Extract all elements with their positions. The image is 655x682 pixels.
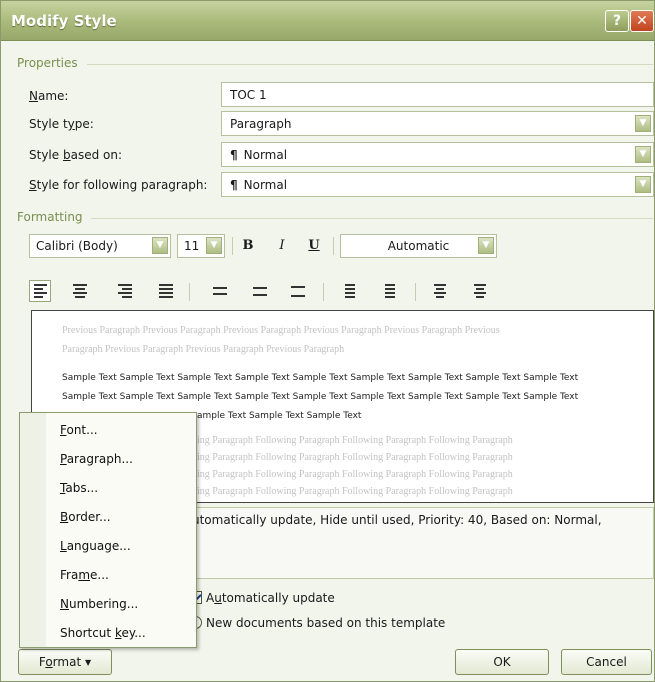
properties-section-label: Properties [17,56,78,70]
preview-previous-line: Previous Paragraph Previous Paragraph Pr… [62,325,500,336]
menu-item-font[interactable]: Font... [60,423,98,437]
toolbar-separator [232,237,233,255]
chevron-down-icon[interactable]: ▼ [635,115,651,132]
preview-sample-line: ample Text Sample Text Sample Text [197,411,362,421]
preview-following-line: ing Paragraph Following Paragraph Follow… [197,486,513,497]
following-label: Style for following paragraph: [29,178,208,192]
auto-update-label: Automatically update [206,591,335,605]
new-docs-label: New documents based on this template [206,616,446,630]
format-button-label: Format [38,655,82,669]
ok-button[interactable]: OK [455,649,549,675]
preview-previous-line: Paragraph Previous Paragraph Previous Pa… [62,344,345,355]
font-color-select[interactable]: Automatic ▼ [340,234,497,258]
align-left-icon[interactable] [29,280,51,302]
chevron-down-icon[interactable]: ▼ [478,237,494,254]
help-button[interactable]: ? [605,10,629,32]
align-center-icon[interactable] [69,280,91,302]
toolbar-separator [415,283,416,301]
menu-item-paragraph[interactable]: Paragraph... [60,452,133,466]
based-on-select[interactable]: ¶ Normal ▼ [221,142,654,167]
menu-icon-strip [20,413,46,647]
decrease-indent-icon[interactable] [429,280,451,302]
increase-indent-icon[interactable] [469,280,491,302]
chevron-down-icon[interactable]: ▼ [635,176,651,193]
auto-update-checkbox[interactable]: Automatically update [189,591,335,605]
dropdown-arrow-icon: ▼ [84,658,92,667]
menu-item-frame[interactable]: Frame... [60,568,109,582]
one-half-spacing-icon[interactable] [249,280,271,302]
formatting-divider [91,218,653,219]
justify-icon[interactable] [155,280,177,302]
cancel-button[interactable]: Cancel [561,649,652,675]
preview-sample-line: Sample Text Sample Text Sample Text Samp… [62,392,579,402]
decrease-paragraph-spacing-icon[interactable] [379,280,401,302]
single-spacing-icon[interactable] [209,280,231,302]
align-right-icon[interactable] [113,280,135,302]
underline-button[interactable]: U [303,235,325,257]
chevron-down-icon[interactable]: ▼ [206,237,222,254]
preview-sample-line: Sample Text Sample Text Sample Text Samp… [62,373,579,383]
toolbar-separator [189,283,190,301]
menu-item-numbering[interactable]: Numbering... [60,597,138,611]
increase-paragraph-spacing-icon[interactable] [339,280,361,302]
pilcrow-icon: ¶ [230,178,238,192]
menu-item-shortcut-key[interactable]: Shortcut key... [60,626,146,640]
style-type-label: Style type: [29,117,94,131]
toolbar-separator [323,283,324,301]
close-button[interactable]: ✕ [630,10,654,32]
chevron-down-icon[interactable]: ▼ [635,146,651,163]
format-button[interactable]: Format ▼ [18,649,112,675]
chevron-down-icon[interactable]: ▼ [152,237,168,254]
font-select[interactable]: Calibri (Body) ▼ [29,234,171,258]
title-bar[interactable]: Modify Style ? ✕ [1,1,654,41]
name-field[interactable]: TOC 1 [221,82,654,107]
pilcrow-icon: ¶ [230,148,238,162]
formatting-section-label: Formatting [17,210,83,224]
italic-button[interactable]: I [271,235,293,257]
following-select[interactable]: ¶ Normal ▼ [221,172,654,197]
toolbar-separator [333,237,334,255]
properties-divider [87,64,653,65]
menu-item-tabs[interactable]: Tabs... [60,481,98,495]
modify-style-dialog: Modify Style ? ✕ Properties Name: TOC 1 … [0,0,655,682]
format-menu: Font... Paragraph... Tabs... Border... L… [19,412,197,648]
name-label: Name: [29,89,69,103]
double-spacing-icon[interactable] [287,280,309,302]
menu-item-language[interactable]: Language... [60,539,131,553]
based-on-label: Style based on: [29,148,123,162]
window-title: Modify Style [11,12,117,30]
menu-item-border[interactable]: Border... [60,510,111,524]
style-type-select[interactable]: Paragraph ▼ [221,111,654,136]
bold-button[interactable]: B [237,235,259,257]
font-size-select[interactable]: 11 ▼ [177,234,225,258]
new-docs-radio[interactable]: New documents based on this template [189,616,445,630]
